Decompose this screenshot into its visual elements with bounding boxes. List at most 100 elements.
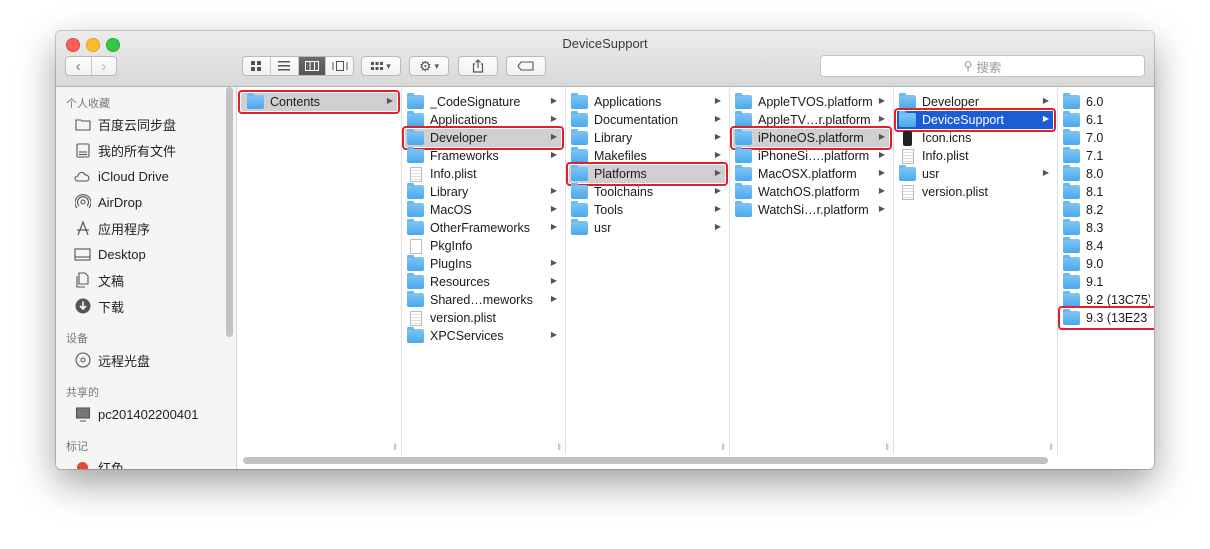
file-row[interactable]: Info.plist [897,147,1053,165]
sidebar-item-tag-red[interactable]: 红色 [74,457,124,469]
column-resize-handle[interactable]: ‖ [721,442,725,452]
file-row[interactable]: 9.3 (13E23 [1061,309,1150,327]
file-name: MacOSX.platform [758,167,857,181]
file-row[interactable]: 8.3 [1061,219,1150,237]
disclosure-arrow-icon: ▶ [550,132,557,141]
sidebar-item-desktop[interactable]: Desktop [74,244,146,264]
list-view-button[interactable] [269,57,298,75]
sidebar-item-documents[interactable]: 文稿 [74,270,124,290]
all-files-icon [74,142,91,159]
folder-icon [735,111,752,127]
file-row[interactable]: 7.0 [1061,129,1150,147]
file-row[interactable]: WatchSi…r.platform ▶ [733,201,889,219]
file-row[interactable]: version.plist [897,183,1053,201]
sidebar-item-airdrop[interactable]: AirDrop [74,192,142,212]
file-row[interactable]: Applications ▶ [405,111,561,129]
disclosure-arrow-icon: ▶ [714,132,721,141]
folder-icon [1063,309,1080,325]
file-row[interactable]: Platforms ▶ [569,165,725,183]
file-row[interactable]: Developer ▶ [897,93,1053,111]
file-row[interactable]: MacOSX.platform ▶ [733,165,889,183]
file-row[interactable]: usr ▶ [897,165,1053,183]
sidebar-item-icloud[interactable]: iCloud Drive [74,166,169,186]
file-row[interactable]: AppleTV…r.platform ▶ [733,111,889,129]
file-row[interactable]: 9.2 (13C75) [1061,291,1150,309]
sidebar-item-shared-pc[interactable]: pc201402200401 [74,404,199,424]
file-row[interactable]: 8.0 [1061,165,1150,183]
file-row[interactable]: AppleTVOS.platform ▶ [733,93,889,111]
file-row[interactable]: PlugIns ▶ [405,255,561,273]
file-row[interactable]: Tools ▶ [569,201,725,219]
coverflow-view-button[interactable] [325,57,353,75]
file-row[interactable]: PkgInfo [405,237,561,255]
column-resize-handle[interactable]: ‖ [885,442,889,452]
tag-icon [517,61,534,71]
file-row[interactable]: 8.4 [1061,237,1150,255]
file-row[interactable]: XPCServices ▶ [405,327,561,345]
sidebar-item-label: 我的所有文件 [98,143,177,159]
file-row[interactable]: Contents ▶ [241,93,397,111]
share-button[interactable] [458,56,498,76]
file-row[interactable]: MacOS ▶ [405,201,561,219]
file-row[interactable]: Library ▶ [405,183,561,201]
disclosure-arrow-icon: ▶ [550,276,557,285]
sidebar-item-remote-disc[interactable]: 远程光盘 [74,350,150,370]
file-row[interactable]: Info.plist [405,165,561,183]
file-row[interactable]: 7.1 [1061,147,1150,165]
file-row[interactable]: Icon.icns [897,129,1053,147]
arrange-button[interactable]: ▾ [361,56,401,76]
browser-column: _CodeSignature ▶ Applications ▶ Developer ▶ Fr… [401,87,566,455]
file-row[interactable]: WatchOS.platform ▶ [733,183,889,201]
search-field[interactable]: ⚲ 搜索 [820,55,1145,77]
file-row[interactable]: OtherFrameworks ▶ [405,219,561,237]
file-row[interactable]: Toolchains ▶ [569,183,725,201]
horizontal-scrollbar[interactable] [243,457,1048,464]
back-button[interactable]: ‹ [66,57,91,75]
sidebar-item-label: 远程光盘 [98,353,151,369]
sidebar-item-baidu-sync[interactable]: 百度云同步盘 [74,114,176,134]
column-resize-handle[interactable]: ‖ [393,442,397,452]
disclosure-arrow-icon: ▶ [878,132,885,141]
sidebar-scrollbar[interactable] [226,87,233,337]
file-row[interactable]: 8.2 [1061,201,1150,219]
file-row[interactable]: 6.0 [1061,93,1150,111]
file-row[interactable]: Documentation ▶ [569,111,725,129]
file-row[interactable]: Frameworks ▶ [405,147,561,165]
file-row[interactable]: iPhoneSi….platform ▶ [733,147,889,165]
file-name: 8.1 [1086,185,1104,199]
file-row[interactable]: _CodeSignature ▶ [405,93,561,111]
file-row[interactable]: Developer ▶ [405,129,561,147]
file-row[interactable]: Applications ▶ [569,93,725,111]
file-row[interactable]: DeviceSupport ▶ [897,111,1053,129]
file-row[interactable]: iPhoneOS.platform ▶ [733,129,889,147]
folder-icon [571,93,588,109]
forward-button[interactable]: › [90,57,117,75]
icon-view-button[interactable] [243,57,270,75]
file-row[interactable]: version.plist [405,309,561,327]
folder-icon [407,111,424,127]
column-resize-handle[interactable]: ‖ [1049,442,1053,452]
folder-icon [1063,111,1080,127]
file-name: 6.1 [1086,113,1104,127]
sidebar-item-applications[interactable]: 应用程序 [74,218,150,238]
file-row[interactable]: usr ▶ [569,219,725,237]
file-row[interactable]: Makefiles ▶ [569,147,725,165]
column-resize-handle[interactable]: ‖ [557,442,561,452]
browser-column: Contents ▶ ‖ [237,87,402,455]
file-row[interactable]: 9.0 [1061,255,1150,273]
file-name: Shared…meworks [430,293,533,307]
column-view-button[interactable] [297,57,326,75]
action-button[interactable]: ⚙ ▾ [409,56,449,76]
sidebar-item-all-files[interactable]: 我的所有文件 [74,140,176,160]
file-row[interactable]: Library ▶ [569,129,725,147]
file-row[interactable]: 6.1 [1061,111,1150,129]
sidebar-item-downloads[interactable]: 下载 [74,296,124,316]
file-name: AppleTVOS.platform [758,95,873,109]
sidebar-item-label: AirDrop [98,194,143,210]
file-row[interactable]: Resources ▶ [405,273,561,291]
tag-button[interactable] [506,56,546,76]
file-row[interactable]: 9.1 [1061,273,1150,291]
file-row[interactable]: 8.1 [1061,183,1150,201]
document-icon [410,238,422,254]
file-row[interactable]: Shared…meworks ▶ [405,291,561,309]
